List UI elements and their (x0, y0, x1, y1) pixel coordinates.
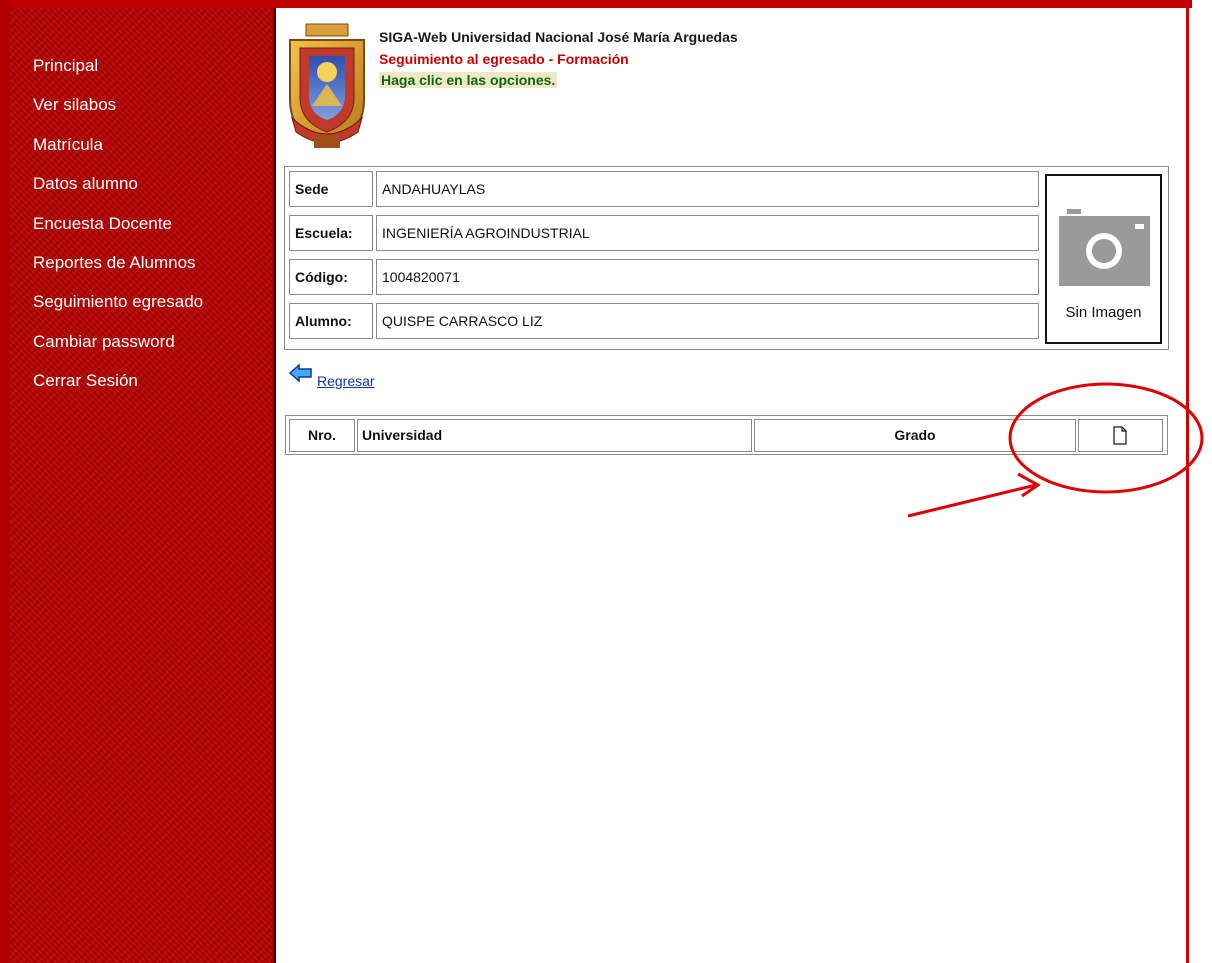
window-top-border (0, 0, 1192, 8)
sidebar: Principal Ver silabos Matrícula Datos al… (10, 8, 273, 963)
student-info-table: Sede ANDAHUAYLAS Escuela: INGENIERÍA AGR… (284, 166, 1169, 350)
field-label-alumno: Alumno: (289, 303, 373, 339)
photo-caption: Sin Imagen (1065, 304, 1142, 321)
field-value-escuela: INGENIERÍA AGROINDUSTRIAL (376, 215, 1039, 251)
camera-icon (1059, 209, 1150, 286)
sidebar-item-matricula[interactable]: Matrícula (33, 134, 203, 173)
sidebar-item-ver-silabos[interactable]: Ver silabos (33, 94, 203, 133)
add-formation-button[interactable] (1078, 419, 1163, 452)
system-title: SIGA-Web Universidad Nacional José María… (379, 29, 738, 45)
sidebar-item-principal[interactable]: Principal (33, 55, 203, 94)
sidebar-item-cerrar-sesion[interactable]: Cerrar Sesión (33, 370, 203, 409)
window-left-border (0, 0, 10, 963)
back-arrow-icon[interactable] (289, 363, 313, 383)
university-crest-logo (289, 23, 365, 148)
back-link[interactable]: Regresar (317, 373, 375, 389)
sidebar-item-cambiar-password[interactable]: Cambiar password (33, 331, 203, 370)
formation-grid: Nro. Universidad Grado (285, 415, 1168, 455)
sidebar-item-seguimiento-egresado[interactable]: Seguimiento egresado (33, 291, 203, 330)
sidebar-menu: Principal Ver silabos Matrícula Datos al… (33, 55, 203, 410)
sidebar-divider (273, 8, 276, 963)
sidebar-item-datos-alumno[interactable]: Datos alumno (33, 173, 203, 212)
field-value-codigo: 1004820071 (376, 259, 1039, 295)
field-label-codigo: Código: (289, 259, 373, 295)
field-value-alumno: QUISPE CARRASCO LIZ (376, 303, 1039, 339)
field-label-escuela: Escuela: (289, 215, 373, 251)
field-label-sede: Sede (289, 171, 373, 207)
section-title: Seguimiento al egresado - Formación (379, 51, 629, 67)
instruction-text: Haga clic en las opciones. (379, 72, 558, 88)
window-right-border (1186, 0, 1189, 963)
sidebar-item-reportes-alumnos[interactable]: Reportes de Alumnos (33, 252, 203, 291)
column-header-nro: Nro. (289, 419, 355, 452)
student-photo: Sin Imagen (1045, 174, 1162, 344)
column-header-grado: Grado (754, 419, 1076, 452)
sidebar-item-encuesta-docente[interactable]: Encuesta Docente (33, 213, 203, 252)
field-value-sede: ANDAHUAYLAS (376, 171, 1039, 207)
new-document-icon (1113, 426, 1127, 445)
column-header-universidad: Universidad (357, 419, 752, 452)
annotation-arrow (907, 472, 1041, 518)
